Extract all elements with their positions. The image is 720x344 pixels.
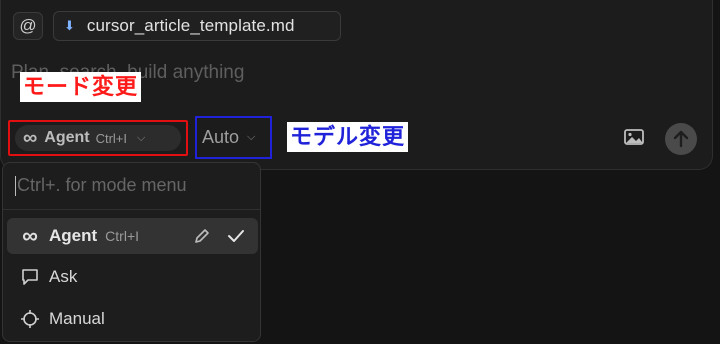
send-button[interactable] — [665, 123, 697, 155]
menu-item-shortcut: Ctrl+I — [105, 228, 140, 244]
chat-bubble-icon — [19, 267, 41, 287]
mode-change-annotation: モード変更 — [20, 72, 142, 102]
crosshair-icon — [19, 309, 41, 329]
menu-item-ask[interactable]: Ask — [7, 259, 258, 295]
menu-item-label: Ask — [49, 267, 78, 286]
arrow-up-icon — [673, 130, 689, 148]
mode-selector[interactable]: ∞ Agent Ctrl+I ⌵ — [15, 125, 181, 151]
menu-item-label: Manual — [49, 309, 105, 328]
menu-item-label: Agent — [49, 226, 98, 245]
pencil-icon[interactable] — [192, 226, 212, 246]
check-icon — [228, 230, 244, 242]
model-change-annotation: モデル変更 — [287, 122, 409, 152]
mode-selector-label: Agent — [44, 129, 90, 146]
context-file-chip[interactable]: ⬇ cursor_article_template.md — [53, 11, 341, 41]
chevron-down-icon: ⌵ — [137, 131, 146, 144]
mention-button[interactable]: @ — [13, 12, 43, 40]
mode-menu-search-placeholder: Ctrl+. for mode menu — [17, 175, 187, 195]
chevron-down-icon: ⌵ — [247, 131, 256, 143]
infinity-icon: ∞ — [23, 127, 38, 149]
image-icon[interactable] — [624, 129, 644, 145]
mode-selector-highlight: ∞ Agent Ctrl+I ⌵ — [8, 120, 188, 156]
mode-menu-search-input[interactable]: Ctrl+. for mode menu — [15, 175, 187, 197]
model-selector-label: Auto — [202, 127, 240, 147]
infinity-icon: ∞ — [22, 223, 38, 248]
menu-item-manual[interactable]: Manual — [7, 301, 258, 337]
context-file-name: cursor_article_template.md — [86, 16, 295, 35]
menu-item-agent[interactable]: ∞ Agent Ctrl+I — [7, 218, 258, 254]
text-caret — [15, 176, 16, 197]
model-selector[interactable]: Auto ⌵ — [195, 116, 272, 159]
at-symbol: @ — [19, 16, 37, 35]
mode-menu: Ctrl+. for mode menu ∞ Agent Ctrl+I Ask … — [2, 162, 261, 342]
download-arrow-icon: ⬇ — [64, 18, 75, 33]
mode-shortcut: Ctrl+I — [95, 130, 128, 146]
divider — [3, 209, 260, 210]
